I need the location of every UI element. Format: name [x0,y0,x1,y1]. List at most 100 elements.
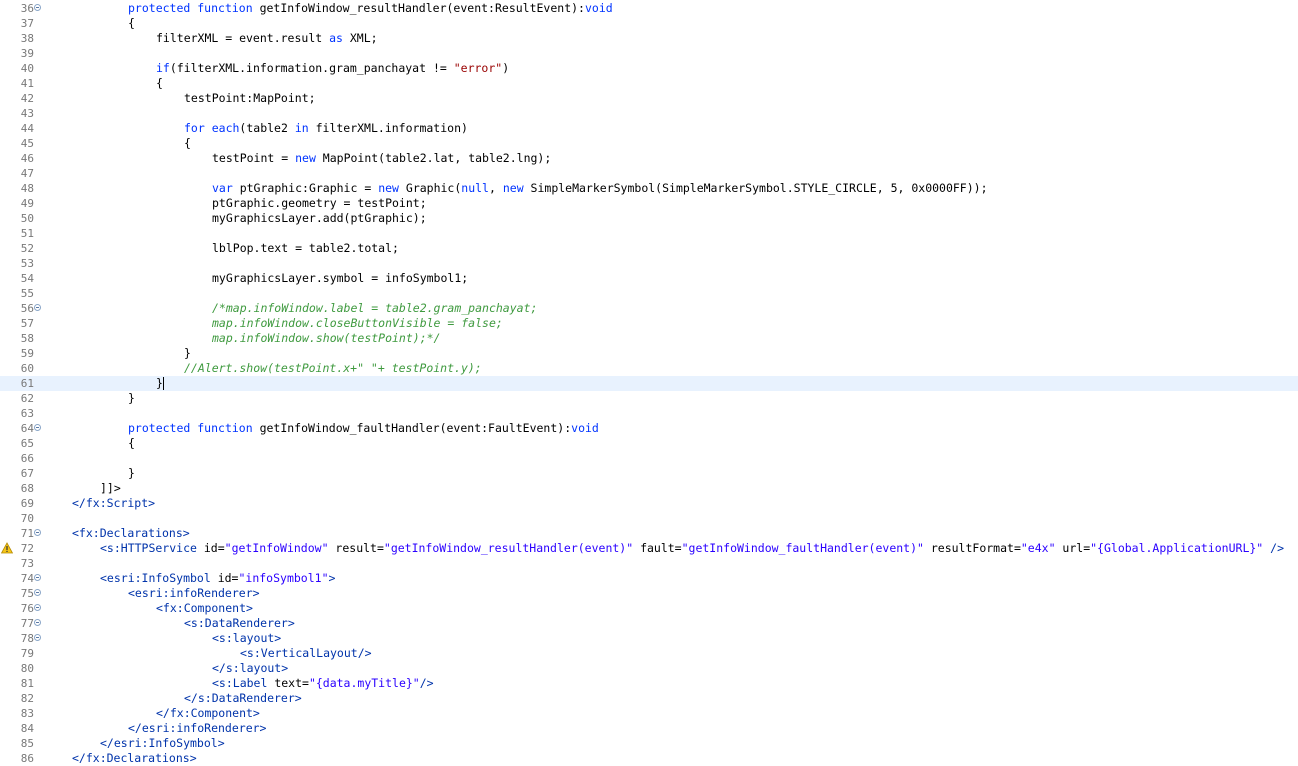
code-editor[interactable]: 36 protected function getInfoWindow_resul… [0,0,1298,766]
code-text[interactable]: { [128,436,135,451]
code-text[interactable]: myGraphicsLayer.symbol = infoSymbol1; [212,271,468,286]
code-line[interactable]: 86 </fx:Declarations> [0,751,1298,766]
code-text[interactable]: { [128,16,135,31]
code-line[interactable]: 37 { [0,16,1298,31]
code-text[interactable]: map.infoWindow.show(testPoint);*/ [212,331,440,346]
code-line[interactable]: 82 </s:DataRenderer> [0,691,1298,706]
code-line[interactable]: 51 [0,226,1298,241]
code-text[interactable]: ]]> [100,481,121,496]
code-text[interactable]: </fx:Script> [72,496,155,511]
code-text[interactable]: <s:Label text="{data.myTitle}"/> [212,676,434,691]
fold-collapse-icon[interactable] [34,529,41,536]
code-text[interactable]: protected function getInfoWindow_resultH… [128,1,613,16]
code-line[interactable]: 79 <s:VerticalLayout/> [0,646,1298,661]
code-line[interactable]: 55 [0,286,1298,301]
code-line[interactable]: 60 //Alert.show(testPoint.x+" "+ testPoin… [0,361,1298,376]
code-line[interactable]: 58 map.infoWindow.show(testPoint);*/ [0,331,1298,346]
code-line[interactable]: 84 </esri:infoRenderer> [0,721,1298,736]
code-line[interactable]: 63 [0,406,1298,421]
code-text[interactable]: <fx:Component> [156,601,253,616]
code-line[interactable]: 40 if(filterXML.information.gram_panchaya… [0,61,1298,76]
fold-collapse-icon[interactable] [34,589,41,596]
code-line[interactable]: 64 protected function getInfoWindow_fault… [0,421,1298,436]
code-line[interactable]: 49 ptGraphic.geometry = testPoint; [0,196,1298,211]
code-text[interactable]: lblPop.text = table2.total; [212,241,399,256]
fold-collapse-icon[interactable] [34,304,41,311]
code-text[interactable]: <s:layout> [212,631,281,646]
code-line[interactable]: 68]]> [0,481,1298,496]
code-line[interactable]: 39 [0,46,1298,61]
code-line[interactable]: 83 </fx:Component> [0,706,1298,721]
code-text[interactable]: <s:DataRenderer> [184,616,295,631]
code-line[interactable]: 75 <esri:infoRenderer> [0,586,1298,601]
code-text[interactable]: protected function getInfoWindow_faultHa… [128,421,599,436]
code-line[interactable]: 38 filterXML = event.result as XML; [0,31,1298,46]
code-text[interactable]: /*map.infoWindow.label = table2.gram_pan… [212,301,537,316]
code-text[interactable]: <esri:InfoSymbol id="infoSymbol1"> [100,571,335,586]
fold-collapse-icon[interactable] [34,4,41,11]
code-line[interactable]: 65 { [0,436,1298,451]
code-line[interactable]: 85 </esri:InfoSymbol> [0,736,1298,751]
code-line[interactable]: 46 testPoint = new MapPoint(table2.lat, t… [0,151,1298,166]
code-line[interactable]: 54 myGraphicsLayer.symbol = infoSymbol1; [0,271,1298,286]
code-text[interactable]: </esri:InfoSymbol> [100,736,225,751]
code-text[interactable]: </s:layout> [212,661,288,676]
code-line[interactable]: 56 /*map.infoWindow.label = table2.gram_p… [0,301,1298,316]
code-text[interactable]: //Alert.show(testPoint.x+" "+ testPoint.… [184,361,482,376]
code-text[interactable]: <s:VerticalLayout/> [240,646,372,661]
code-text[interactable]: for each(table2 in filterXML.information… [184,121,468,136]
code-text[interactable]: </fx:Declarations> [72,751,197,766]
code-text[interactable]: } [128,391,135,406]
code-text[interactable]: } [156,376,164,391]
code-line[interactable]: 76 <fx:Component> [0,601,1298,616]
code-line[interactable]: 47 [0,166,1298,181]
code-text[interactable]: </fx:Component> [156,706,260,721]
code-line[interactable]: 44 for each(table2 in filterXML.informati… [0,121,1298,136]
code-text[interactable]: testPoint:MapPoint; [184,91,316,106]
code-text[interactable]: myGraphicsLayer.add(ptGraphic); [212,211,427,226]
code-line[interactable]: 52 lblPop.text = table2.total; [0,241,1298,256]
code-text[interactable]: </s:DataRenderer> [184,691,302,706]
warning-icon[interactable] [1,542,13,554]
code-line[interactable]: 59} [0,346,1298,361]
code-text[interactable]: </esri:infoRenderer> [128,721,266,736]
code-text[interactable]: } [184,346,191,361]
code-line[interactable]: 80 </s:layout> [0,661,1298,676]
code-line[interactable]: 50 myGraphicsLayer.add(ptGraphic); [0,211,1298,226]
code-text[interactable]: { [156,76,163,91]
code-line[interactable]: 81 <s:Label text="{data.myTitle}"/> [0,676,1298,691]
fold-collapse-icon[interactable] [34,634,41,641]
code-text[interactable]: <s:HTTPService id="getInfoWindow" result… [100,541,1284,556]
code-line[interactable]: 77 <s:DataRenderer> [0,616,1298,631]
fold-collapse-icon[interactable] [34,619,41,626]
code-text[interactable]: <fx:Declarations> [72,526,190,541]
code-text[interactable]: ptGraphic.geometry = testPoint; [212,196,427,211]
code-line[interactable]: 62} [0,391,1298,406]
fold-collapse-icon[interactable] [34,574,41,581]
code-text[interactable]: <esri:infoRenderer> [128,586,260,601]
code-text[interactable]: map.infoWindow.closeButtonVisible = fals… [212,316,503,331]
code-line[interactable]: 69 </fx:Script> [0,496,1298,511]
fold-collapse-icon[interactable] [34,604,41,611]
code-line[interactable]: 78 <s:layout> [0,631,1298,646]
code-line[interactable]: 36 protected function getInfoWindow_resul… [0,1,1298,16]
code-line[interactable]: 67} [0,466,1298,481]
code-text[interactable]: testPoint = new MapPoint(table2.lat, tab… [212,151,551,166]
code-line[interactable]: 48 var ptGraphic:Graphic = new Graphic(nu… [0,181,1298,196]
code-line[interactable]: 57 map.infoWindow.closeButtonVisible = fa… [0,316,1298,331]
code-line[interactable]: 43 [0,106,1298,121]
code-line[interactable]: 42 testPoint:MapPoint; [0,91,1298,106]
code-line[interactable]: 53 [0,256,1298,271]
code-line[interactable]: 70 [0,511,1298,526]
code-text[interactable]: { [184,136,191,151]
code-line[interactable]: 71 <fx:Declarations> [0,526,1298,541]
code-text[interactable]: if(filterXML.information.gram_panchayat … [156,61,509,76]
fold-collapse-icon[interactable] [34,424,41,431]
code-text[interactable]: filterXML = event.result as XML; [156,31,378,46]
code-line[interactable]: 45 { [0,136,1298,151]
code-line[interactable]: 61} [0,376,1298,391]
code-line[interactable]: 73 [0,556,1298,571]
code-line[interactable]: 74 <esri:InfoSymbol id="infoSymbol1"> [0,571,1298,586]
code-line[interactable]: 41 { [0,76,1298,91]
code-text[interactable]: } [128,466,135,481]
